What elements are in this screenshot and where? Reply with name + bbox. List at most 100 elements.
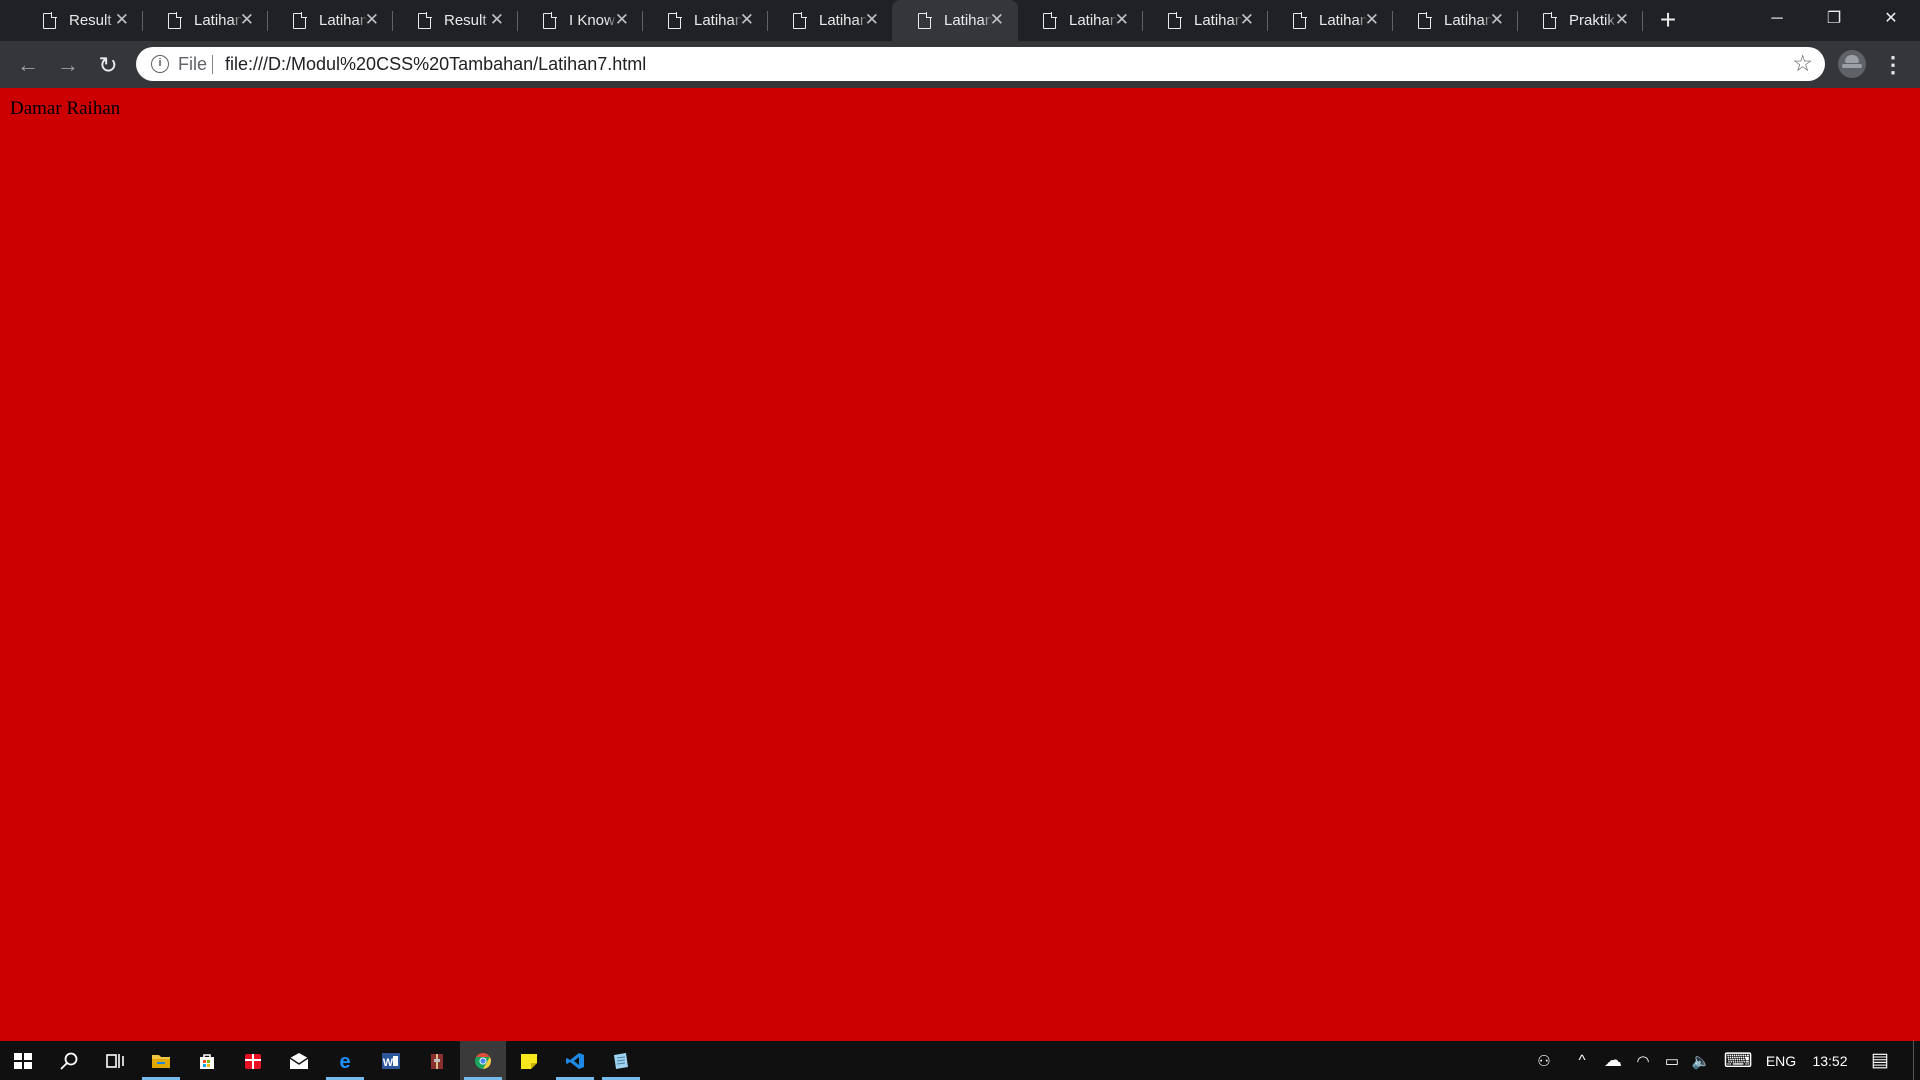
minimize-button[interactable]: ─ [1748,0,1806,41]
tab-close-icon[interactable]: ✕ [865,11,879,28]
document-icon [918,11,932,29]
clock[interactable]: 13:52 [1806,1041,1854,1080]
task-view-button[interactable] [92,1041,138,1080]
tab[interactable]: Latihan ✕ [1142,0,1268,41]
people-icon[interactable]: ⚇ [1531,1041,1557,1080]
edge-app[interactable]: e [322,1041,368,1080]
battery-icon[interactable]: ▭ [1659,1041,1685,1080]
profile-avatar-icon[interactable] [1838,50,1866,78]
store-app[interactable] [184,1041,230,1080]
gift-app[interactable] [230,1041,276,1080]
chrome-icon [473,1052,493,1070]
site-info-icon[interactable]: i [151,55,169,73]
document-icon [293,11,307,29]
search-button[interactable] [46,1041,92,1080]
show-desktop-button[interactable] [1913,1041,1914,1080]
document-icon [418,11,432,29]
tab-label: Latihan [819,12,867,29]
document-icon [1168,11,1182,29]
tab-close-icon[interactable]: ✕ [1365,11,1379,28]
tab-close-icon[interactable]: ✕ [740,11,754,28]
tab[interactable]: Latihan ✕ [642,0,768,41]
scheme-chip: File [178,54,208,74]
tab-label: Latihan [944,12,992,29]
tab-close-icon[interactable]: ✕ [615,11,629,28]
start-button[interactable] [0,1041,46,1080]
tab-close-icon[interactable]: ✕ [1115,11,1129,28]
address-bar[interactable]: i File file:///D:/Modul%20CSS%20Tambahan… [136,47,1825,81]
tab-label: Result [444,12,487,29]
tab[interactable]: Latihan ✕ [767,0,893,41]
word-icon: W [381,1052,401,1070]
forward-button[interactable]: → [52,49,84,81]
restore-button[interactable]: ❐ [1805,0,1863,41]
volume-icon[interactable]: 🔈 [1688,1041,1714,1080]
tab-close-icon[interactable]: ✕ [490,11,504,28]
tab[interactable]: I Know ✕ [517,0,643,41]
tab-close-icon[interactable]: ✕ [990,11,1004,28]
tab-label: Latihan [1444,12,1492,29]
task-view-icon [105,1052,125,1070]
document-icon [793,11,807,29]
mail-app[interactable] [276,1041,322,1080]
tab-close-icon[interactable]: ✕ [240,11,254,28]
tab[interactable]: Result ✕ [17,0,143,41]
show-hidden-icons-icon[interactable]: ^ [1570,1041,1594,1080]
tab-close-icon[interactable]: ✕ [1240,11,1254,28]
tab-close-icon[interactable]: ✕ [1490,11,1504,28]
wifi-icon[interactable]: ◠ [1630,1041,1656,1080]
touch-keyboard-icon[interactable]: ⌨ [1720,1041,1756,1080]
folder-icon [151,1052,171,1070]
tab-label: Latihan [194,12,242,29]
reload-button[interactable]: ↻ [92,49,124,81]
close-window-button[interactable]: ✕ [1862,0,1920,41]
tab-label: Latihan [1319,12,1367,29]
document-icon [168,11,182,29]
notepad-icon [611,1052,631,1070]
page-viewport: Damar Raihan [0,88,1920,1041]
document-icon [1543,11,1557,29]
chrome-app[interactable] [460,1041,506,1080]
vscode-app[interactable] [552,1041,598,1080]
archive-app[interactable] [414,1041,460,1080]
tab-label: I Know [569,12,615,29]
gift-icon [243,1052,263,1070]
omnibox-divider [212,55,213,74]
tab-close-icon[interactable]: ✕ [115,11,129,28]
back-button[interactable]: ← [12,49,44,81]
tab[interactable]: Latihan ✕ [1267,0,1393,41]
page-body-text: Damar Raihan [10,98,121,119]
tab[interactable]: Praktik ✕ [1517,0,1643,41]
action-center-icon[interactable]: ▤ [1862,1041,1898,1080]
tab[interactable]: Latihan ✕ [267,0,393,41]
tab-active[interactable]: Latihan ✕ [892,0,1018,41]
tab[interactable]: Latihan ✕ [1017,0,1143,41]
archive-icon [427,1052,447,1070]
tab-close-icon[interactable]: ✕ [1615,11,1629,28]
tab[interactable]: Latihan ✕ [1392,0,1518,41]
new-tab-button[interactable]: + [1652,4,1684,36]
document-icon [668,11,682,29]
notepad-app[interactable] [598,1041,644,1080]
store-bag-icon [197,1052,217,1070]
input-language-indicator[interactable]: ENG [1760,1041,1802,1080]
tab-label: Praktik [1569,12,1615,29]
file-explorer-app[interactable] [138,1041,184,1080]
tab[interactable]: Result ✕ [392,0,518,41]
onedrive-cloud-icon[interactable]: ☁ [1600,1041,1626,1080]
svg-text:W: W [383,1057,394,1069]
sticky-notes-app[interactable] [506,1041,552,1080]
tab-label: Result [69,12,112,29]
tab-close-icon[interactable]: ✕ [365,11,379,28]
mail-icon [289,1052,309,1070]
browser-menu-icon[interactable]: ⋮ [1882,49,1904,81]
word-app[interactable]: W [368,1041,414,1080]
bookmark-star-icon[interactable]: ☆ [1792,50,1813,77]
sticky-note-icon [519,1052,539,1070]
tab-label: Latihan [694,12,742,29]
windows-logo-icon [13,1052,33,1070]
document-icon [1293,11,1307,29]
tab-label: Latihan [319,12,367,29]
tab[interactable]: Latihan ✕ [142,0,268,41]
url-text[interactable]: file:///D:/Modul%20CSS%20Tambahan/Latiha… [225,54,646,75]
